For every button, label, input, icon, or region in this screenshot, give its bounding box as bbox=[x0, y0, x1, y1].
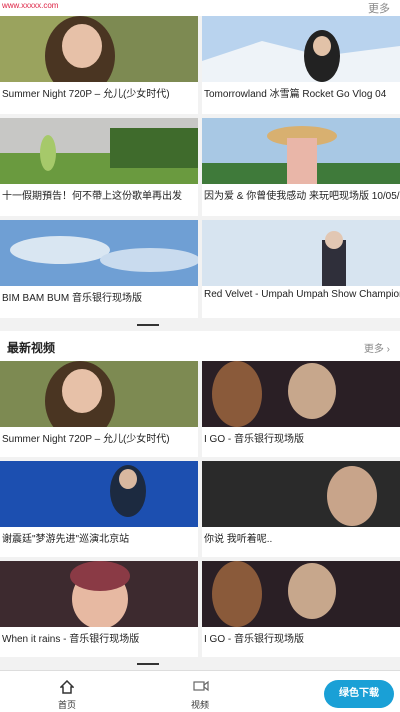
video-thumbnail[interactable] bbox=[202, 561, 400, 627]
video-caption[interactable]: BIM BAM BUM 音乐银行现场版 bbox=[2, 289, 198, 304]
section-title: 最新视频 bbox=[7, 341, 56, 355]
video-thumbnail[interactable] bbox=[202, 118, 400, 184]
video-camera-icon bbox=[193, 680, 209, 692]
video-caption[interactable]: I GO - 音乐银行现场版 bbox=[204, 430, 400, 445]
video-card[interactable]: 谢震廷"梦游先进"巡演北京站 bbox=[0, 461, 198, 557]
latest-grid: Summer Night 720P – 允儿(少女时代) I GO - 音乐银行… bbox=[0, 361, 400, 661]
video-card[interactable]: Red Velvet - Umpah Umpah Show Champion bbox=[202, 220, 400, 318]
more-link-top[interactable]: 更多 bbox=[368, 0, 390, 16]
video-caption[interactable]: Tomorrowland 冰雪篇 Rocket Go Vlog 04 bbox=[204, 85, 400, 100]
latest-section-header: 最新视频 更多 › bbox=[0, 331, 400, 361]
featured-grid: Summer Night 720P – 允儿(少女时代) Tomorrowlan… bbox=[0, 16, 400, 326]
tab-video[interactable]: 视频 bbox=[165, 671, 235, 712]
list-end-indicator bbox=[137, 663, 159, 665]
tab-label: 首页 bbox=[57, 700, 76, 710]
video-card[interactable]: 十一假期預告！何不帶上这份歌单再出发 bbox=[0, 118, 198, 216]
video-caption[interactable]: I GO - 音乐银行现场版 bbox=[204, 630, 400, 645]
more-link[interactable]: 更多 › bbox=[364, 340, 390, 355]
tab-label: 视频 bbox=[190, 700, 209, 710]
video-caption[interactable]: 十一假期預告！何不帶上这份歌单再出发 bbox=[2, 187, 198, 202]
home-icon bbox=[60, 680, 74, 694]
video-card[interactable]: I GO - 音乐银行现场版 bbox=[202, 361, 400, 457]
video-caption[interactable]: When it rains - 音乐银行现场版 bbox=[2, 630, 198, 645]
watermark-text: www.xxxxx.com bbox=[2, 1, 59, 10]
video-card[interactable]: 你说 我听着呢.. bbox=[202, 461, 400, 557]
video-caption[interactable]: Summer Night 720P – 允儿(少女时代) bbox=[2, 85, 198, 100]
video-thumbnail[interactable] bbox=[202, 16, 400, 82]
video-thumbnail[interactable] bbox=[0, 461, 198, 527]
video-caption[interactable]: Red Velvet - Umpah Umpah Show Champion bbox=[204, 289, 400, 300]
carousel-indicator bbox=[137, 324, 159, 326]
video-thumbnail[interactable] bbox=[0, 16, 198, 82]
video-card[interactable]: Summer Night 720P – 允儿(少女时代) bbox=[0, 16, 198, 114]
video-caption[interactable]: 你说 我听着呢.. bbox=[204, 530, 400, 545]
video-thumbnail[interactable] bbox=[0, 118, 198, 184]
video-thumbnail[interactable] bbox=[202, 220, 400, 286]
video-caption[interactable]: 谢震廷"梦游先进"巡演北京站 bbox=[2, 530, 198, 545]
video-caption[interactable]: 因为爱 & 你曾使我感动 来玩吧现场版 10/05/31 bbox=[204, 187, 400, 202]
tab-home[interactable]: 首页 bbox=[32, 671, 102, 712]
video-caption[interactable]: Summer Night 720P – 允儿(少女时代) bbox=[2, 430, 198, 445]
video-card[interactable]: 因为爱 & 你曾使我感动 来玩吧现场版 10/05/31 bbox=[202, 118, 400, 216]
watermark-badge: 绿色下载 bbox=[324, 680, 394, 708]
video-thumbnail[interactable] bbox=[0, 220, 198, 286]
video-card[interactable]: BIM BAM BUM 音乐银行现场版 bbox=[0, 220, 198, 318]
video-card[interactable]: Summer Night 720P – 允儿(少女时代) bbox=[0, 361, 198, 457]
video-card[interactable]: Tomorrowland 冰雪篇 Rocket Go Vlog 04 bbox=[202, 16, 400, 114]
video-card[interactable]: When it rains - 音乐银行现场版 bbox=[0, 561, 198, 657]
top-bar: www.xxxxx.com 更多 bbox=[0, 0, 400, 16]
video-card[interactable]: I GO - 音乐银行现场版 bbox=[202, 561, 400, 657]
video-thumbnail[interactable] bbox=[202, 361, 400, 427]
video-thumbnail[interactable] bbox=[0, 361, 198, 427]
video-thumbnail[interactable] bbox=[0, 561, 198, 627]
video-thumbnail[interactable] bbox=[202, 461, 400, 527]
